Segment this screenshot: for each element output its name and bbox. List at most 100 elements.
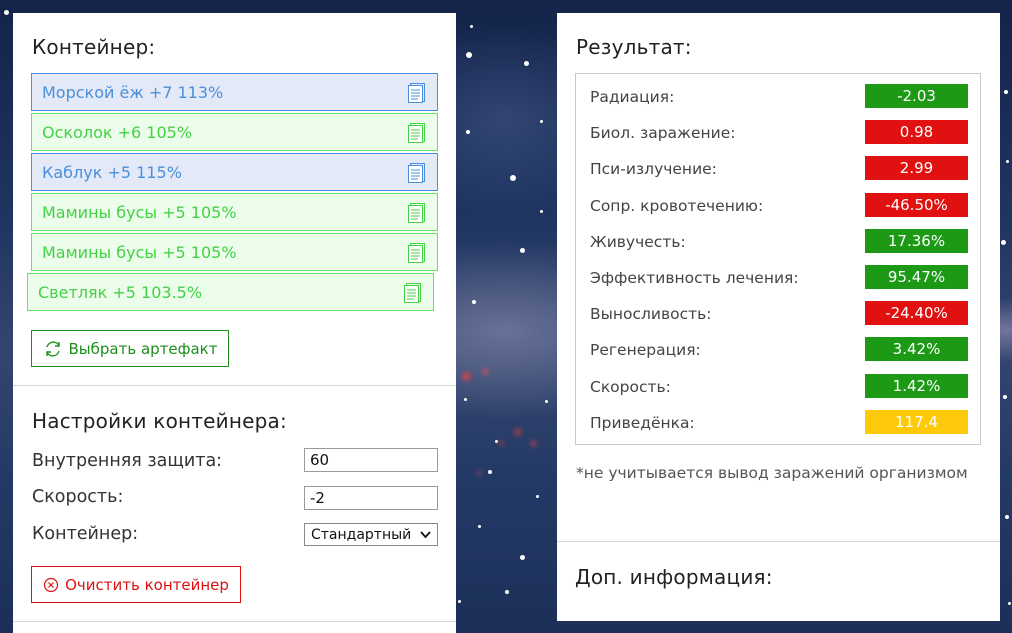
snowflake [470,25,473,28]
artifact-item[interactable]: Светляк +5 103.5% [27,273,434,311]
bokeh-light [462,372,471,381]
result-value-badge: 117.4 [865,409,968,434]
divider [557,541,1000,542]
clear-container-label: Очистить контейнер [65,575,229,594]
container-type-select[interactable]: Стандартный [304,523,438,546]
result-row: Живучесть: 17.36% [576,219,980,255]
result-value-badge: 0.98 [865,120,968,145]
document-icon[interactable] [407,162,427,184]
document-icon[interactable] [407,122,427,144]
snowflake [520,555,525,560]
container-type-value: Стандартный [311,526,412,543]
artifact-name: Мамины бусы +5 105% [42,202,237,222]
result-label: Живучесть: [590,232,686,251]
snowflake [536,495,539,498]
result-value-badge: 1.42% [865,373,968,398]
result-row: Сопр. кровотечению: -46.50% [576,183,980,219]
snowflake [505,590,509,594]
result-row: Скорость: 1.42% [576,364,980,400]
document-icon[interactable] [403,282,423,304]
footnote: *не учитывается вывод заражений организм… [576,464,968,482]
snowflake [540,210,543,213]
snowflake [488,470,492,474]
snowflake [1001,240,1006,245]
divider [13,621,456,622]
bokeh-light [476,470,482,476]
artifact-item[interactable]: Каблук +5 115% [31,153,438,191]
snowflake [478,525,481,528]
snowflake [472,300,476,304]
result-label: Пси-излучение: [590,160,717,179]
internal-protection-input[interactable] [304,448,438,472]
result-value-badge: 95.47% [865,265,968,289]
refresh-icon [45,340,60,357]
snowflake [466,130,470,134]
result-row: Биол. заражение: 0.98 [576,110,980,146]
document-icon[interactable] [407,242,427,264]
container-panel: Контейнер: Морской ёж +7 113% Осколок +6 … [13,13,456,633]
snowflake [464,398,467,401]
result-label: Биол. заражение: [590,124,736,143]
close-circle-icon [43,577,59,592]
container-type-label: Контейнер: [32,524,139,544]
result-value-badge: -24.40% [865,301,968,326]
snowflake [4,10,9,15]
artifact-name: Светляк +5 103.5% [38,282,203,302]
artifact-item[interactable]: Осколок +6 105% [31,113,438,151]
snowflake [520,248,525,253]
snowflake [510,175,516,181]
result-row: Выносливость: -24.40% [576,291,980,327]
result-label: Радиация: [590,88,675,106]
result-row: Эффективность лечения: 95.47% [576,255,980,291]
result-value-badge: 2.99 [865,156,968,181]
result-label: Эффективность лечения: [590,269,799,287]
bokeh-light [530,440,537,447]
snowflake [458,600,461,603]
result-table: Радиация: -2.03 Биол. заражение: 0.98 Пси-из… [575,73,981,445]
result-value-badge: 3.42% [865,337,968,362]
artifact-item[interactable]: Мамины бусы +5 105% [31,193,438,231]
snowflake [1006,160,1009,163]
snowflake [1004,90,1008,94]
divider [13,385,456,386]
artifact-item[interactable]: Морской ёж +7 113% [31,73,438,111]
snowflake [545,400,548,403]
select-artifact-button[interactable]: Выбрать артефакт [31,330,229,367]
result-row: Радиация: -2.03 [576,74,980,110]
result-value-badge: 17.36% [865,228,968,253]
bokeh-light [482,368,489,375]
result-row: Приведёнка: 117.4 [576,400,980,436]
clear-container-button[interactable]: Очистить контейнер [31,566,241,603]
container-title: Контейнер: [32,35,156,59]
document-icon[interactable] [407,202,427,224]
result-label: Регенерация: [590,341,701,360]
snowflake [524,61,529,66]
settings-title: Настройки контейнера: [32,409,287,433]
document-icon[interactable] [407,82,427,104]
result-label: Сопр. кровотечению: [590,196,764,215]
result-value-badge: -2.03 [865,84,968,108]
internal-protection-label: Внутренняя защита: [32,451,223,471]
result-value-badge: -46.50% [865,192,968,217]
speed-label: Скорость: [32,487,124,507]
speed-input[interactable] [304,486,438,510]
bokeh-light [498,440,504,446]
result-label: Скорость: [590,377,671,396]
artifact-name: Осколок +6 105% [42,122,193,142]
artifact-item[interactable]: Мамины бусы +5 105% [31,233,438,271]
extra-info-title: Доп. информация: [575,565,773,589]
select-artifact-label: Выбрать артефакт [68,339,218,358]
result-row: Пси-излучение: 2.99 [576,146,980,182]
result-title: Результат: [576,35,692,59]
artifact-name: Мамины бусы +5 105% [42,242,237,262]
snowflake [1008,602,1011,605]
snowflake [540,120,543,123]
result-panel: Результат: Радиация: -2.03 Биол. заражение… [557,13,1000,621]
result-row: Регенерация: 3.42% [576,327,980,363]
bokeh-light [514,428,522,436]
snowflake [466,52,472,58]
artifact-name: Морской ёж +7 113% [42,82,224,102]
result-label: Приведёнка: [590,413,695,432]
chevron-down-icon [420,531,431,539]
snowflake [1003,395,1007,399]
